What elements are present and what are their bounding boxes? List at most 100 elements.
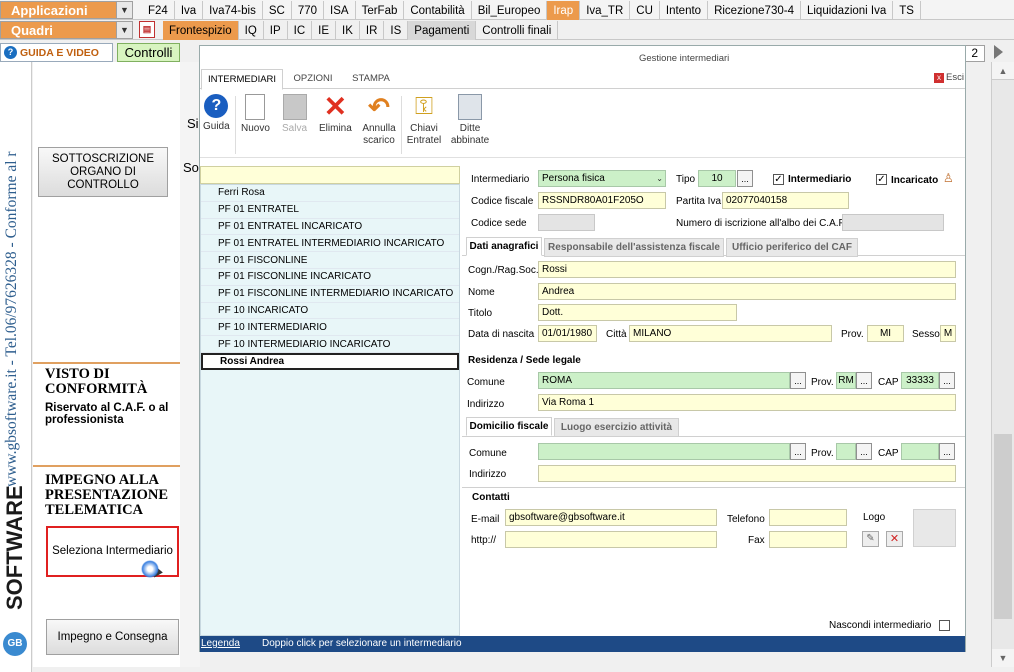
prov-lookup-button[interactable]: ... — [856, 372, 872, 389]
tab-liquidazioni-iva[interactable]: Liquidazioni Iva — [801, 1, 894, 20]
list-item[interactable]: PF 01 ENTRATEL INTERMEDIARIO INCARICATO — [201, 235, 459, 253]
tipo-lookup-button[interactable]: ... — [737, 170, 753, 187]
tab-iva[interactable]: Iva — [175, 1, 204, 20]
quadro-tab-is[interactable]: IS — [384, 21, 409, 40]
tab-responsabile-assistenza[interactable]: Responsabile dell'assistenza fiscale — [544, 238, 724, 257]
comune-domicilio-field[interactable] — [538, 443, 790, 460]
list-item[interactable]: PF 01 FISCONLINE INTERMEDIARIO INCARICAT… — [201, 286, 459, 303]
tab-ts[interactable]: TS — [893, 1, 921, 20]
pdf-icon[interactable]: ▤ — [139, 21, 155, 38]
incaricato-checkbox[interactable]: ✓ — [876, 174, 887, 185]
tab-iva-tr[interactable]: Iva_TR — [580, 1, 631, 20]
partita-iva-field[interactable]: 02077040158 — [722, 192, 849, 209]
tab-ufficio-periferico[interactable]: Ufficio periferico del CAF — [726, 238, 858, 257]
next-page-arrow-icon[interactable] — [994, 45, 1003, 59]
tab-luogo-esercizio[interactable]: Luogo esercizio attività — [554, 418, 679, 437]
nome-field[interactable]: Andrea — [538, 283, 956, 300]
codice-sede-field[interactable] — [538, 214, 595, 231]
comune-lookup-button[interactable]: ... — [790, 372, 806, 389]
person-icon[interactable]: ♙ — [943, 172, 955, 185]
quadro-tab-frontespizio[interactable]: Frontespizio — [163, 21, 239, 40]
list-item[interactable]: PF 01 FISCONLINE INCARICATO — [201, 269, 459, 286]
prov-domicilio-field[interactable] — [836, 443, 856, 460]
indirizzo-domicilio-field[interactable] — [538, 465, 956, 482]
elimina-button[interactable]: ✕ Elimina — [319, 93, 352, 135]
data-nascita-field[interactable]: 01/01/1980 — [538, 325, 597, 342]
tipo-field[interactable]: 10 — [698, 170, 736, 187]
tab-f24[interactable]: F24 — [142, 1, 175, 20]
tab-770[interactable]: 770 — [292, 1, 325, 20]
quadro-tab-ie[interactable]: IE — [312, 21, 337, 40]
list-item[interactable]: PF 10 INTERMEDIARIO INCARICATO — [201, 336, 459, 353]
list-item[interactable]: PF 10 INCARICATO — [201, 303, 459, 320]
logo-image-box[interactable] — [913, 509, 956, 547]
list-item[interactable]: PF 01 ENTRATEL INCARICATO — [201, 219, 459, 236]
cap-residenza-field[interactable]: 33333 — [901, 372, 939, 389]
annulla-scarico-button[interactable]: ↶ Annulla scarico — [361, 94, 397, 147]
nascondi-intermediario-checkbox[interactable] — [939, 620, 950, 631]
cap-domicilio-lookup-button[interactable]: ... — [939, 443, 955, 460]
impegno-consegna-button[interactable]: Impegno e Consegna — [46, 619, 179, 655]
cognome-field[interactable]: Rossi — [538, 261, 956, 278]
http-field[interactable] — [505, 531, 717, 548]
quadro-tab-pagamenti[interactable]: Pagamenti — [408, 21, 477, 40]
titolo-field[interactable]: Dott. — [538, 304, 737, 321]
fax-field[interactable] — [769, 531, 847, 548]
sottoscrizione-button[interactable]: SOTTOSCRIZIONE ORGANO DI CONTROLLO — [38, 147, 168, 197]
tab-stampa[interactable]: STAMPA — [344, 69, 398, 89]
controlli-button[interactable]: Controlli — [117, 43, 180, 62]
nuovo-button[interactable]: Nuovo — [241, 94, 270, 135]
tab-dati-anagrafici[interactable]: Dati anagrafici — [466, 237, 542, 256]
edit-logo-icon[interactable]: ✎ — [862, 531, 879, 547]
intermediario-select[interactable]: Persona fisica ⌄ — [538, 170, 666, 187]
tab-ricezione730-4[interactable]: Ricezione730-4 — [708, 1, 801, 20]
quadro-tab-ip[interactable]: IP — [264, 21, 288, 40]
salva-button[interactable]: Salva — [282, 94, 307, 135]
ditte-abbinate-button[interactable]: Ditte abbinate — [451, 94, 489, 147]
tab-contabilit-[interactable]: Contabilità — [404, 1, 472, 20]
tab-intermediari[interactable]: INTERMEDIARI — [201, 69, 283, 90]
quadri-combo[interactable]: Quadri ▼ — [0, 21, 133, 39]
comune-residenza-field[interactable]: ROMA — [538, 372, 790, 389]
list-item[interactable]: PF 01 ENTRATEL — [201, 202, 459, 219]
guida-video-button[interactable]: ? GUIDA E VIDEO — [0, 43, 113, 62]
sesso-field[interactable]: M — [940, 325, 956, 342]
scroll-down-icon[interactable]: ▼ — [992, 649, 1014, 667]
tab-isa[interactable]: ISA — [324, 1, 356, 20]
tab-sc[interactable]: SC — [263, 1, 292, 20]
tab-intento[interactable]: Intento — [660, 1, 709, 20]
cap-domicilio-field[interactable] — [901, 443, 939, 460]
quadro-tab-ik[interactable]: IK — [336, 21, 360, 40]
prov-domicilio-lookup-button[interactable]: ... — [856, 443, 872, 460]
tab-domicilio-fiscale[interactable]: Domicilio fiscale — [466, 417, 552, 436]
list-item[interactable]: PF 10 INTERMEDIARIO — [201, 319, 459, 337]
codice-fiscale-field[interactable]: RSSNDR80A01F205O — [538, 192, 666, 209]
tab-cu[interactable]: CU — [630, 1, 660, 20]
intermediario-checkbox[interactable]: ✓ — [773, 174, 784, 185]
tab-bil-europeo[interactable]: Bil_Europeo — [472, 1, 548, 20]
quadro-tab-ic[interactable]: IC — [288, 21, 313, 40]
tab-irap[interactable]: Irap — [547, 1, 581, 20]
list-item[interactable]: Rossi Andrea — [201, 352, 459, 370]
guida-button[interactable]: ? Guida — [203, 94, 230, 133]
legenda-link[interactable]: Legenda — [201, 638, 240, 649]
telefono-field[interactable] — [769, 509, 847, 526]
quadro-tab-controlli-finali[interactable]: Controlli finali — [476, 21, 559, 40]
applicazioni-combo[interactable]: Applicazioni ▼ — [0, 1, 133, 19]
cap-lookup-button[interactable]: ... — [939, 372, 955, 389]
albo-caf-field[interactable] — [842, 214, 944, 231]
quadro-tab-iq[interactable]: IQ — [239, 21, 264, 40]
tab-iva74-bis[interactable]: Iva74-bis — [203, 1, 263, 20]
remove-logo-icon[interactable]: ✕ — [886, 531, 903, 547]
scrollbar-vertical[interactable]: ▲ ▼ — [991, 62, 1014, 667]
chiavi-entratel-button[interactable]: ⚿ Chiavi Entratel — [406, 94, 442, 147]
citta-field[interactable]: MILANO — [629, 325, 832, 342]
prov-nascita-field[interactable]: MI — [867, 325, 904, 342]
email-field[interactable]: gbsoftware@gbsoftware.it — [505, 509, 717, 526]
indirizzo-residenza-field[interactable]: Via Roma 1 — [538, 394, 956, 411]
list-item[interactable]: Ferri Rosa — [201, 185, 459, 202]
tab-opzioni[interactable]: OPZIONI — [284, 69, 342, 89]
list-search-field[interactable] — [200, 166, 460, 184]
scroll-thumb[interactable] — [994, 434, 1012, 619]
scroll-up-icon[interactable]: ▲ — [992, 62, 1014, 80]
